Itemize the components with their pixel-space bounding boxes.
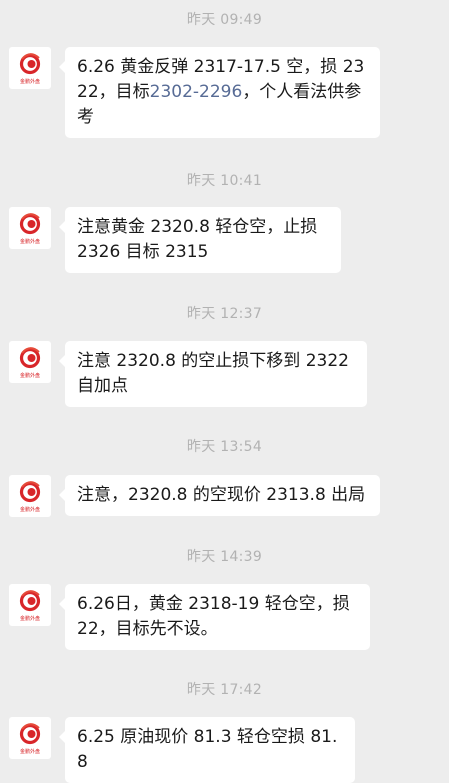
avatar-caption: 金鹏外盘: [20, 615, 40, 622]
message-bubble[interactable]: 注意黄金 2320.8 轻仓空，止损 2326 目标 2315: [59, 207, 341, 273]
message-text: 6.26日，黄金 2318-19 轻仓空，损 22，目标先不设。: [77, 594, 350, 639]
sender-avatar[interactable]: 金鹏外盘: [9, 717, 51, 759]
message-bubble[interactable]: 6.26 黄金反弹 2317-17.5 空，损 2322，目标2302-2296…: [59, 47, 380, 138]
red-swirl-logo-icon: 金鹏外盘: [19, 590, 41, 622]
avatar-caption: 金鹏外盘: [20, 506, 40, 513]
red-swirl-logo-icon: 金鹏外盘: [19, 53, 41, 85]
message-text: 注意 2320.8 的空止损下移到 2322 自加点: [77, 351, 349, 396]
avatar-caption: 金鹏外盘: [20, 78, 40, 85]
message-timestamp: 昨天 13:54: [186, 439, 263, 455]
message-text: 6.25 原油现价 81.3 轻仓空损 81.8: [77, 727, 338, 772]
red-swirl-logo-icon: 金鹏外盘: [19, 347, 41, 379]
message-bubble[interactable]: 6.25 原油现价 81.3 轻仓空损 81.8: [59, 717, 355, 783]
avatar-caption: 金鹏外盘: [20, 748, 40, 755]
sender-avatar[interactable]: 金鹏外盘: [9, 47, 51, 89]
message-timestamp: 昨天 09:49: [186, 12, 263, 28]
message-link-text[interactable]: 2302-2296: [150, 82, 243, 102]
message-timestamp: 昨天 17:42: [186, 682, 263, 698]
sender-avatar[interactable]: 金鹏外盘: [9, 475, 51, 517]
message-bubble[interactable]: 6.26日，黄金 2318-19 轻仓空，损 22，目标先不设。: [59, 584, 370, 650]
message-timestamp: 昨天 14:39: [186, 549, 263, 565]
sender-avatar[interactable]: 金鹏外盘: [9, 341, 51, 383]
sender-avatar[interactable]: 金鹏外盘: [9, 584, 51, 626]
sender-avatar[interactable]: 金鹏外盘: [9, 207, 51, 249]
message-text: 注意黄金 2320.8 轻仓空，止损 2326 目标 2315: [77, 217, 318, 262]
avatar-caption: 金鹏外盘: [20, 238, 40, 245]
red-swirl-logo-icon: 金鹏外盘: [19, 213, 41, 245]
red-swirl-logo-icon: 金鹏外盘: [19, 723, 41, 755]
red-swirl-logo-icon: 金鹏外盘: [19, 481, 41, 513]
message-text: 注意，2320.8 的空现价 2313.8 出局: [77, 485, 366, 505]
message-bubble[interactable]: 注意，2320.8 的空现价 2313.8 出局: [59, 475, 380, 516]
message-timestamp: 昨天 12:37: [186, 306, 263, 322]
message-timestamp: 昨天 10:41: [186, 173, 263, 189]
message-bubble[interactable]: 注意 2320.8 的空止损下移到 2322 自加点: [59, 341, 367, 407]
avatar-caption: 金鹏外盘: [20, 372, 40, 379]
chat-thread[interactable]: 昨天 09:49 金鹏外盘 6.26 黄金反弹 2317-17.5 空，损 23…: [0, 0, 449, 783]
